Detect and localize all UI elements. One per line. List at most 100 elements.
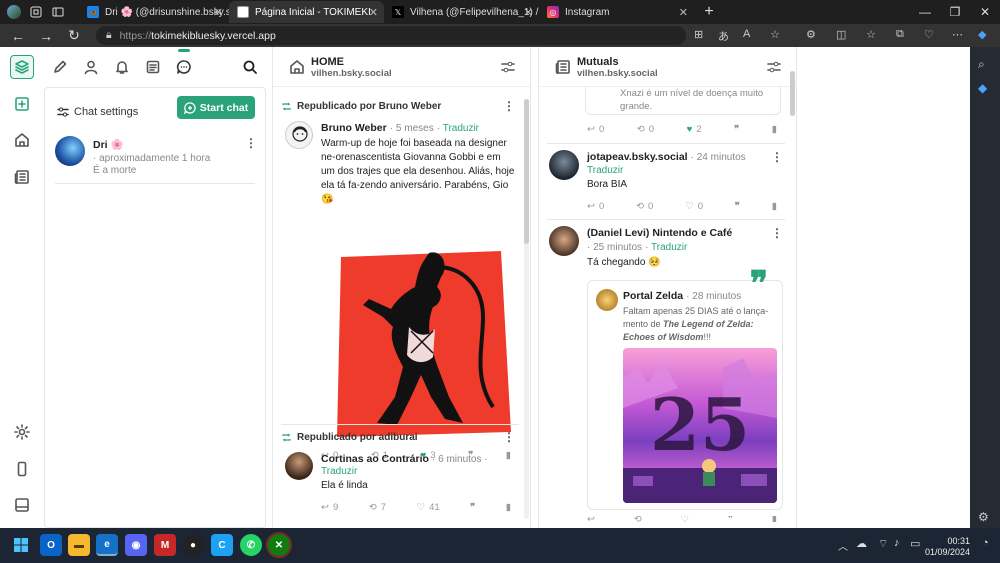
post-author[interactable]: Cortinas ao Contrário [321,453,429,465]
post-author[interactable]: Bruno Weber [321,122,387,134]
collections-icon[interactable]: ⧉ [896,28,904,41]
tab-x-vilhena[interactable]: 𝕏 Vilhena (@Felipevilhena_1) / X ✕ [384,1,539,23]
profile-button[interactable] [79,55,103,79]
add-column-button[interactable] [10,92,34,116]
like-button[interactable]: ♡ 0 [685,201,703,212]
mobile-view-button[interactable] [10,457,34,481]
like-button[interactable]: ♡ [681,516,690,522]
copilot-icon[interactable]: ◆ [978,28,986,41]
edge-icon[interactable]: e [96,534,118,556]
more-options-icon[interactable]: ⋮ [771,150,783,164]
compose-button[interactable] [48,55,72,79]
browser-essentials-icon[interactable]: ♡ [924,28,934,41]
c-app-icon[interactable]: C [211,534,233,556]
extensions-icon[interactable]: ⚙ [806,28,816,41]
chat-settings-button[interactable]: Chat settings [57,106,138,118]
bookmark-button[interactable]: ▮ [772,201,777,212]
notifications-button[interactable] [110,55,134,79]
close-tab-icon[interactable]: ✕ [524,6,533,19]
volume-icon[interactable]: ♪ [894,537,900,549]
start-chat-button[interactable]: Start chat [177,96,255,119]
wifi-icon[interactable]: ⌔ [878,537,888,551]
refresh-button[interactable]: ↻ [60,27,88,44]
column-settings-icon[interactable] [501,60,515,74]
repost-button[interactable]: ⟲ 0 [636,201,653,212]
post-image[interactable] [333,247,515,442]
like-button[interactable]: ♡ 41 [417,502,440,513]
forward-button[interactable]: → [32,28,60,44]
tab-actions-icon[interactable] [47,1,69,23]
workspaces-icon[interactable] [25,1,47,23]
tag-icon[interactable]: ◆ [978,81,987,95]
settings-button[interactable] [10,420,34,444]
quote-button[interactable]: ❞ [728,516,733,522]
lists-button[interactable] [141,55,165,79]
app-available-icon[interactable]: ⊞ [694,28,703,41]
bookmark-button[interactable]: ▮ [506,450,511,461]
column-settings-icon[interactable] [767,60,781,74]
favorites-icon[interactable]: ☆ [866,28,876,41]
bookmark-button[interactable]: ▮ [772,124,777,135]
chat-tab-button[interactable] [172,49,196,79]
onedrive-icon[interactable]: ☁ [856,537,867,550]
quoted-post-image[interactable]: 25 [623,348,777,503]
quote-button[interactable]: ❞ [734,124,739,135]
windows-start-icon[interactable] [10,534,32,556]
quoted-post-partial[interactable]: Xnazi é um nível de doença muito grande. [585,87,781,115]
tab-instagram[interactable]: ◎ Instagram ✕ [539,1,694,23]
repost-button[interactable]: ⟲ 0 [637,124,654,135]
like-button[interactable]: ♥ 2 [687,124,702,135]
favorite-star-icon[interactable]: ☆ [770,28,780,41]
scrollbar-thumb[interactable] [790,71,795,116]
reply-button[interactable]: ↩ 0 [587,201,604,212]
search-icon[interactable]: ⌕ [978,57,985,72]
scrollbar-thumb[interactable] [524,99,529,244]
file-explorer-icon[interactable]: ▬ [68,534,90,556]
maximize-button[interactable]: ❐ [940,5,970,19]
feeds-button[interactable] [10,165,34,189]
notifications-icon[interactable]: ◔ [982,537,989,549]
more-menu-icon[interactable]: ⋯ [952,28,963,41]
quoted-post[interactable]: ❞ Portal Zelda · 28 minutos Faltam apena… [587,267,783,510]
reply-button[interactable]: ↩ 0 [587,124,604,135]
quoted-post-author[interactable]: Portal Zelda [623,290,683,302]
sidebar-settings-icon[interactable]: ⚙ [978,510,989,524]
split-screen-icon[interactable]: ◫ [836,28,846,41]
reply-button[interactable]: ↩ [587,516,595,522]
tab-tokimeki[interactable]: Página Inicial - TOKIMEKI ✕ [229,1,384,23]
show-hidden-icons[interactable]: ︿ [838,538,848,553]
conversation-item[interactable]: Dri 🌸 · aproximadamente 1 hora É a morte… [55,136,257,184]
bookmark-button[interactable]: ▮ [772,516,777,522]
repost-button[interactable]: ⟲ [634,516,642,522]
mcafee-icon[interactable]: M [154,534,176,556]
close-tab-icon[interactable]: ✕ [214,6,223,19]
quote-button[interactable]: ❞ [735,201,740,212]
post-author[interactable]: (Daniel Levi) Nintendo e Café [587,227,732,239]
post-author[interactable]: jotapeav.bsky.social [587,151,688,163]
outlook-icon[interactable]: O [40,534,62,556]
minimize-button[interactable]: — [910,5,940,19]
quote-button[interactable]: ❞ [470,502,475,513]
translate-link[interactable]: Traduzir [587,165,623,176]
translate-link[interactable]: Traduzir [651,242,687,253]
back-button[interactable]: ← [4,28,32,44]
new-tab-button[interactable]: + [698,1,720,23]
translate-link[interactable]: Traduzir [443,123,479,134]
address-bar[interactable]: 🔒︎ https://tokimekibluesky.vercel.app [96,26,686,45]
profile-avatar[interactable] [3,1,25,23]
reply-button[interactable]: ↩ 9 [321,502,338,513]
close-window-button[interactable]: ✕ [970,5,1000,19]
more-options-icon[interactable]: ⋮ [503,99,515,113]
close-tab-icon[interactable]: ✕ [679,6,688,19]
translate-icon[interactable]: あ [718,28,729,44]
home-button[interactable] [10,128,34,152]
repost-button[interactable]: ⟲ 7 [369,502,386,513]
translate-link[interactable]: Traduzir [321,466,357,477]
more-options-icon[interactable]: ⋮ [503,430,515,444]
post[interactable]: Republicado por Bruno Weber ⋮ Bruno Webe… [281,99,519,461]
whatsapp-icon[interactable]: ✆ [240,534,262,556]
tab-bluesky-dri[interactable]: 🦋 Dri 🌸 (@drisunshine.bsky.social) ✕ [79,1,229,23]
more-options-icon[interactable]: ⋮ [771,226,783,240]
system-clock[interactable]: 00:31 01/09/2024 [925,536,970,558]
more-options-icon[interactable]: ⋮ [245,136,257,150]
